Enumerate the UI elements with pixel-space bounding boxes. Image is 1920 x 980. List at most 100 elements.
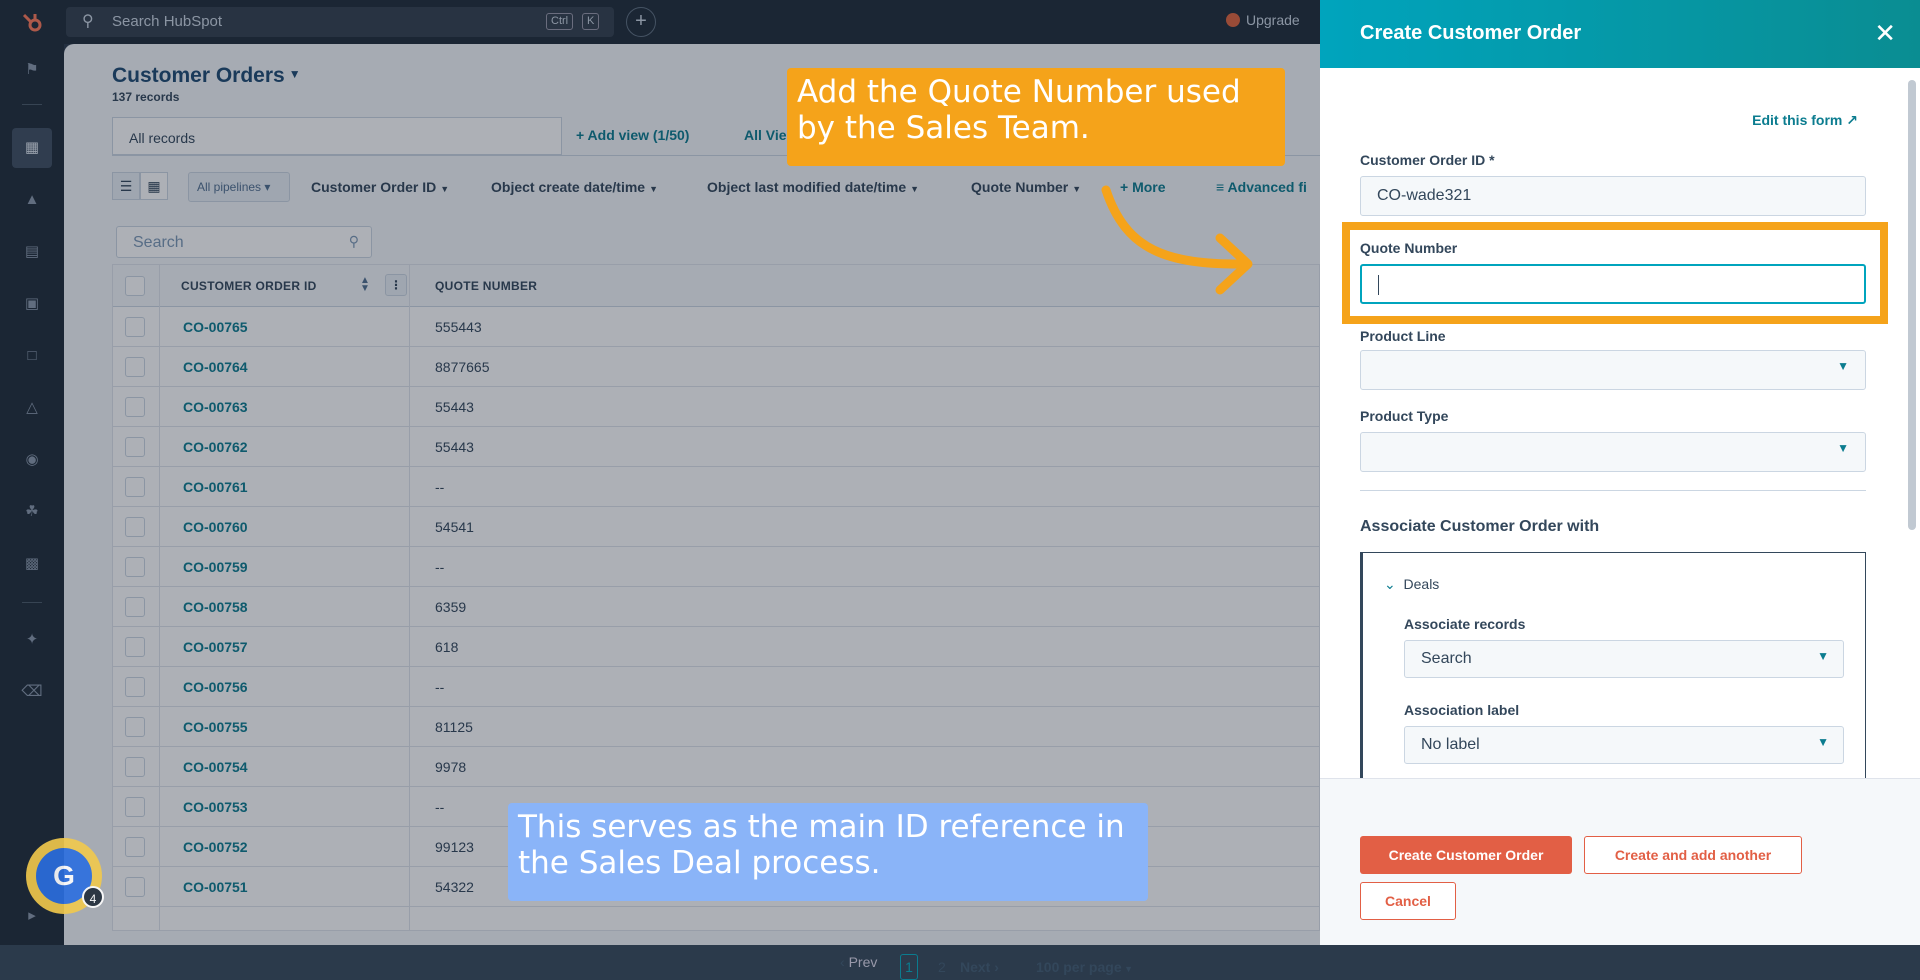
sales-icon[interactable]: □: [20, 344, 44, 368]
customer-order-id-field[interactable]: CO-wade321: [1360, 176, 1866, 216]
row-checkbox[interactable]: [125, 597, 145, 617]
board-view-icon[interactable]: ▦: [140, 172, 168, 200]
quote-number-cell: --: [435, 559, 445, 575]
filter-last-modified-date[interactable]: Object last modified date/time ▼: [707, 179, 919, 195]
expand-sidebar-icon[interactable]: ▸: [20, 904, 44, 928]
ai-sparkle-icon[interactable]: ✦: [20, 628, 44, 652]
customer-order-id-link[interactable]: CO-00756: [183, 679, 248, 695]
customer-order-id-link[interactable]: CO-00754: [183, 759, 248, 775]
row-checkbox[interactable]: [125, 317, 145, 337]
row-checkbox[interactable]: [125, 677, 145, 697]
association-label-select[interactable]: No label ▼: [1404, 726, 1844, 764]
nav-divider: [22, 104, 42, 105]
prev-page-button[interactable]: ‹ Prev: [840, 954, 877, 970]
customer-order-id-link[interactable]: CO-00757: [183, 639, 248, 655]
row-checkbox[interactable]: [125, 437, 145, 457]
product-type-select[interactable]: ▼: [1360, 432, 1866, 472]
per-page-select[interactable]: 100 per page ▼: [1036, 959, 1133, 975]
row-checkbox[interactable]: [125, 397, 145, 417]
page-2-button[interactable]: 2: [938, 959, 946, 975]
table-row: CO-00759 --: [113, 547, 1319, 587]
sort-icon[interactable]: ▲ ▼: [360, 276, 370, 294]
customer-order-id-link[interactable]: CO-00762: [183, 439, 248, 455]
row-checkbox[interactable]: [125, 757, 145, 777]
create-and-add-another-button[interactable]: Create and add another: [1584, 836, 1802, 874]
data-management-icon[interactable]: ◉: [20, 448, 44, 472]
automation-icon[interactable]: ☘: [20, 500, 44, 524]
row-checkbox[interactable]: [125, 357, 145, 377]
developer-icon[interactable]: ⌫: [20, 680, 44, 704]
upgrade-button[interactable]: Upgrade: [1226, 12, 1300, 28]
cancel-button[interactable]: Cancel: [1360, 882, 1456, 920]
select-all-checkbox[interactable]: [125, 276, 145, 296]
contacts-icon[interactable]: ▦: [12, 128, 52, 168]
row-checkbox[interactable]: [125, 637, 145, 657]
product-line-select[interactable]: ▼: [1360, 350, 1866, 390]
row-checkbox[interactable]: [125, 557, 145, 577]
customer-order-id-link[interactable]: CO-00755: [183, 719, 248, 735]
nav-divider: [22, 602, 42, 603]
per-page-label: 100 per page: [1036, 959, 1122, 975]
table-search-input[interactable]: Search ⚲: [116, 226, 372, 258]
add-view-button[interactable]: + Add view (1/50): [576, 127, 689, 143]
content-icon[interactable]: ▤: [20, 240, 44, 264]
next-page-button[interactable]: Next ›: [960, 959, 999, 975]
row-checkbox[interactable]: [125, 797, 145, 817]
bookmark-icon[interactable]: ⚑: [20, 58, 44, 82]
row-checkbox[interactable]: [125, 877, 145, 897]
table-row: CO-00757 618: [113, 627, 1319, 667]
page-1-button[interactable]: 1: [900, 954, 918, 980]
customer-order-id-link[interactable]: CO-00759: [183, 559, 248, 575]
tab-all-records[interactable]: All records: [112, 117, 562, 155]
customer-order-id-link[interactable]: CO-00765: [183, 319, 248, 335]
service-icon[interactable]: △: [20, 396, 44, 420]
filter-quote-number[interactable]: Quote Number ▼: [971, 179, 1081, 195]
customer-order-id-link[interactable]: CO-00752: [183, 839, 248, 855]
customer-order-id-link[interactable]: CO-00763: [183, 399, 248, 415]
quote-number-field[interactable]: [1360, 264, 1866, 304]
upgrade-icon: [1226, 13, 1240, 27]
row-checkbox[interactable]: [125, 517, 145, 537]
quick-create-button[interactable]: +: [626, 7, 656, 37]
reporting-icon[interactable]: ▩: [20, 552, 44, 576]
column-header-customer-order-id[interactable]: CUSTOMER ORDER ID: [181, 279, 317, 293]
customer-order-id-link[interactable]: CO-00751: [183, 879, 248, 895]
panel-scrollbar[interactable]: [1908, 80, 1916, 530]
global-search-input[interactable]: ⚲ Search HubSpot Ctrl K: [66, 7, 614, 37]
customer-order-id-link[interactable]: CO-00761: [183, 479, 248, 495]
edit-form-link[interactable]: Edit this form ↗: [1752, 112, 1858, 129]
table-row: CO-00755 81125: [113, 707, 1319, 747]
row-checkbox[interactable]: [125, 837, 145, 857]
list-view-icon[interactable]: ☰: [112, 172, 140, 200]
commerce-icon[interactable]: ▣: [20, 292, 44, 316]
page-1-label: 1: [900, 954, 918, 980]
deals-toggle[interactable]: ⌄ Deals: [1384, 576, 1439, 593]
customer-order-id-link[interactable]: CO-00758: [183, 599, 248, 615]
pipelines-select[interactable]: All pipelines ▾: [188, 172, 290, 202]
quote-number-cell: 81125: [435, 719, 473, 735]
filter-customer-order-id[interactable]: Customer Order ID ▼: [311, 179, 449, 195]
hubspot-logo-icon[interactable]: [20, 10, 46, 36]
associate-records-select[interactable]: Search ▼: [1404, 640, 1844, 678]
quote-number-cell: --: [435, 799, 445, 815]
quote-number-cell: 55443: [435, 439, 474, 455]
quote-number-cell: 618: [435, 639, 459, 655]
guide-avatar[interactable]: G 4: [26, 838, 104, 914]
column-menu-button[interactable]: ⋮: [385, 274, 407, 296]
column-header-quote-number[interactable]: QUOTE NUMBER: [435, 279, 537, 293]
create-customer-order-button[interactable]: Create Customer Order: [1360, 836, 1572, 874]
close-icon[interactable]: ✕: [1874, 18, 1896, 49]
filter-create-date[interactable]: Object create date/time ▼: [491, 179, 658, 195]
tooltip-callout-top: Add the Quote Number used by the Sales T…: [787, 68, 1285, 166]
customer-order-id-link[interactable]: CO-00760: [183, 519, 248, 535]
chevron-down-icon: ⌄: [1384, 576, 1404, 592]
customer-order-id-link[interactable]: CO-00753: [183, 799, 248, 815]
row-checkbox[interactable]: [125, 717, 145, 737]
customer-order-id-link[interactable]: CO-00764: [183, 359, 248, 375]
marketing-icon[interactable]: ▲: [20, 188, 44, 212]
all-views-button[interactable]: All Vie: [744, 127, 787, 143]
quote-number-cell: 54322: [435, 879, 474, 895]
page-title[interactable]: Customer Orders ▼: [112, 64, 301, 88]
row-checkbox[interactable]: [125, 477, 145, 497]
product-type-label: Product Type: [1360, 408, 1449, 424]
